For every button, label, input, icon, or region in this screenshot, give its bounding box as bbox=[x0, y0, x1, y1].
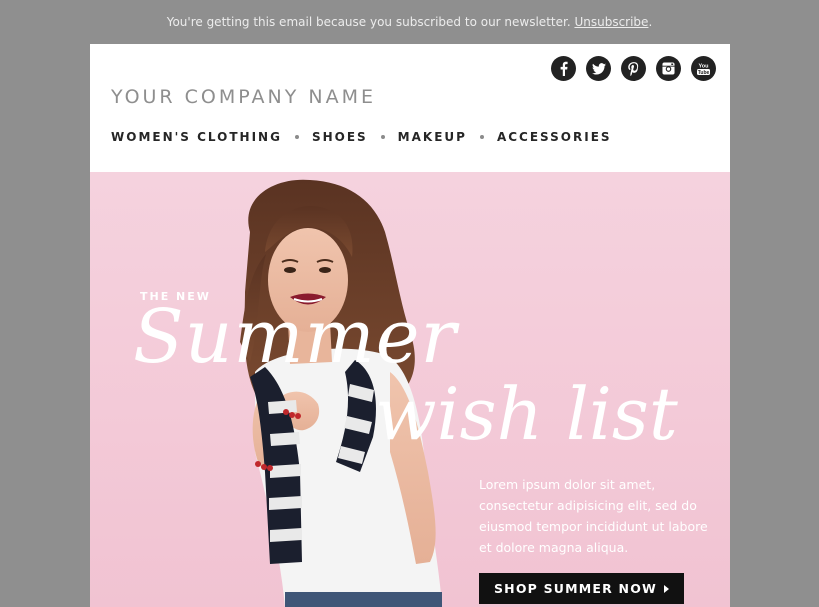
preheader-text: You're getting this email because you su… bbox=[166, 15, 575, 29]
preheader: You're getting this email because you su… bbox=[0, 15, 819, 29]
shop-summer-now-button[interactable]: SHOP SUMMER NOW bbox=[479, 573, 684, 604]
nav-accessories[interactable]: ACCESSORIES bbox=[497, 130, 612, 144]
company-name: YOUR COMPANY NAME bbox=[111, 86, 376, 108]
nav-separator bbox=[479, 135, 484, 139]
unsubscribe-link[interactable]: Unsubscribe bbox=[574, 15, 648, 29]
svg-text:Tube: Tube bbox=[698, 69, 710, 75]
nav-makeup[interactable]: MAKEUP bbox=[398, 130, 467, 144]
hero-headline-wishlist: wish list bbox=[375, 372, 678, 456]
twitter-icon[interactable] bbox=[586, 56, 611, 81]
cta-label: SHOP SUMMER NOW bbox=[493, 581, 658, 596]
pinterest-icon[interactable] bbox=[621, 56, 646, 81]
youtube-icon[interactable]: You Tube bbox=[691, 56, 716, 81]
facebook-icon[interactable] bbox=[551, 56, 576, 81]
social-links: You Tube bbox=[551, 56, 716, 81]
email-container: You Tube YOUR COMPANY NAME WOMEN'S CLOTHI… bbox=[90, 44, 730, 607]
nav-shoes[interactable]: SHOES bbox=[312, 130, 368, 144]
hero-body-text: Lorem ipsum dolor sit amet, consectetur … bbox=[479, 477, 708, 555]
chevron-right-icon bbox=[664, 584, 670, 593]
nav-separator bbox=[294, 135, 299, 139]
preheader-period: . bbox=[648, 15, 653, 29]
hero-banner[interactable]: THE NEW Summer wish list Lorem ipsum dol… bbox=[90, 172, 730, 607]
hero-headline-summer: Summer bbox=[133, 294, 457, 380]
main-nav: WOMEN'S CLOTHING SHOES MAKEUP ACCESSORIE… bbox=[111, 130, 612, 144]
email-header: You Tube YOUR COMPANY NAME WOMEN'S CLOTHI… bbox=[90, 44, 730, 172]
nav-womens-clothing[interactable]: WOMEN'S CLOTHING bbox=[111, 130, 282, 144]
nav-separator bbox=[380, 135, 385, 139]
svg-text:You: You bbox=[699, 63, 709, 69]
instagram-icon[interactable] bbox=[656, 56, 681, 81]
